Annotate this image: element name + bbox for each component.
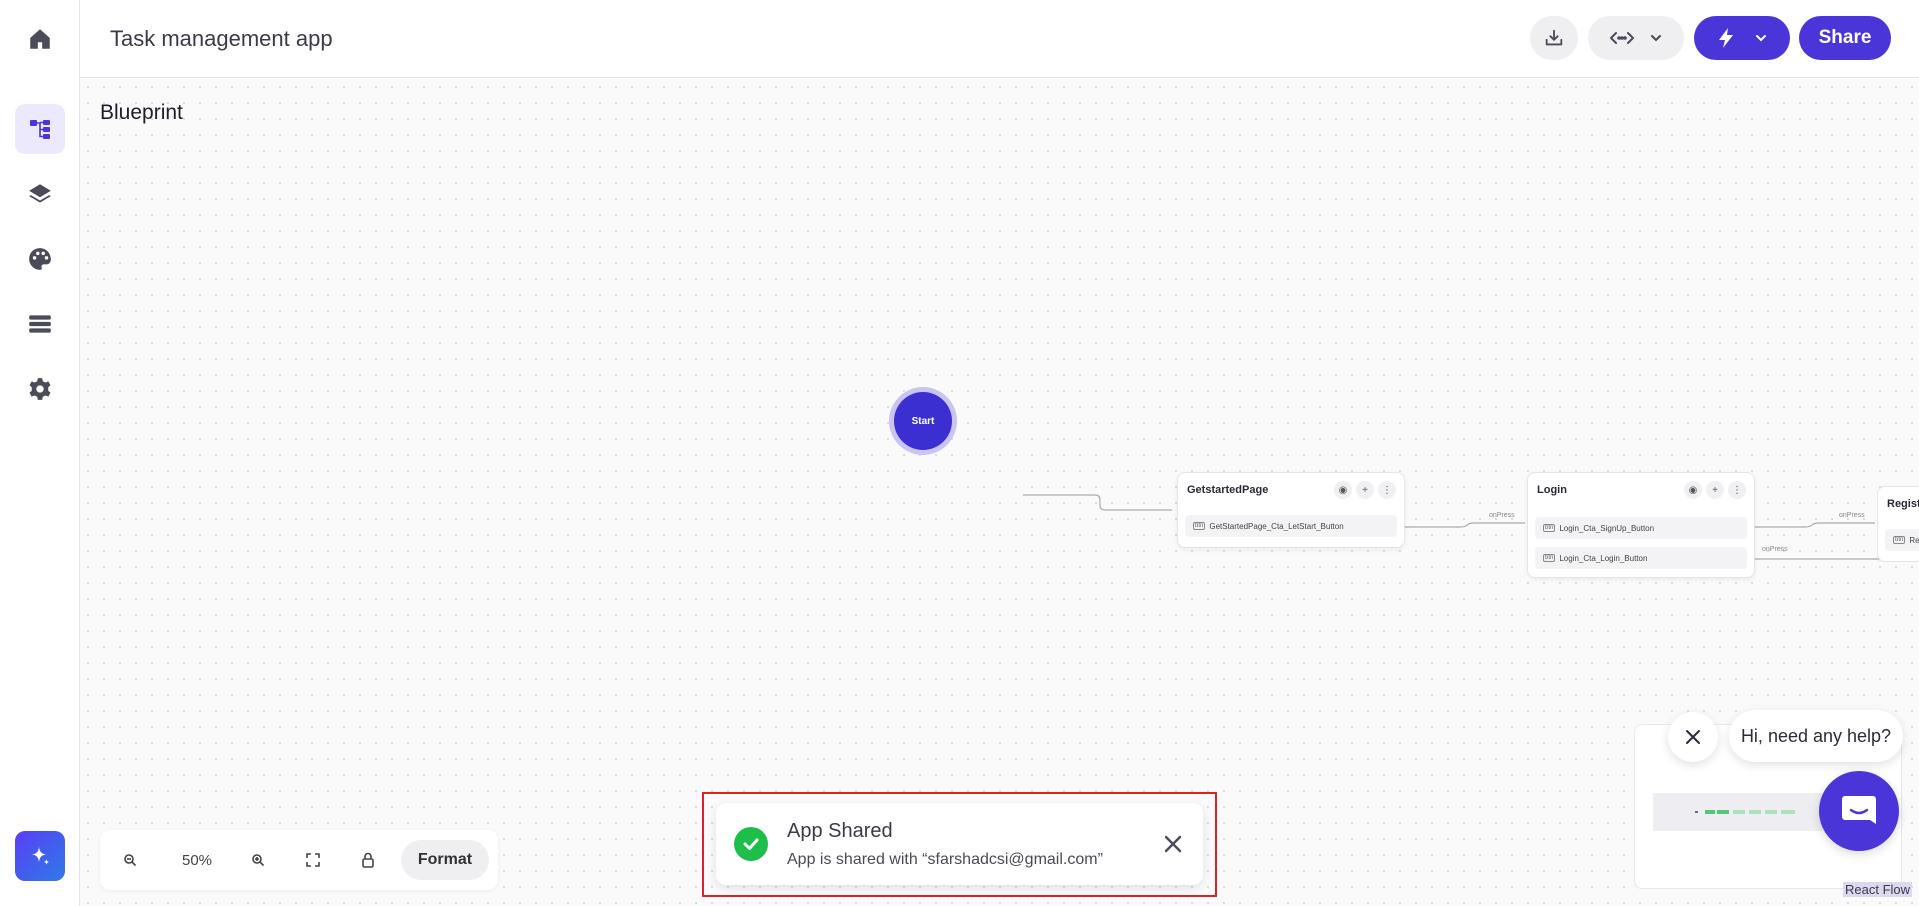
chat-launcher-button[interactable]	[1819, 771, 1899, 851]
node-title: Registe	[1887, 498, 1919, 510]
node-row[interactable]: btn Login_Cta_SignUp_Button	[1535, 517, 1747, 539]
more-icon[interactable]: ⋮	[1378, 481, 1396, 499]
help-bubble[interactable]: Hi, need any help?	[1729, 710, 1903, 762]
toast-title: App Shared	[787, 820, 893, 842]
node-row[interactable]: btn GetStartedPage_Cta_LetStart_Button	[1185, 515, 1397, 537]
zoom-out-button[interactable]	[110, 840, 150, 880]
node-row-label: Login_Cta_SignUp_Button	[1559, 523, 1655, 533]
zoom-in-icon	[252, 854, 265, 867]
help-dismiss-button[interactable]	[1668, 712, 1718, 762]
flow-edges	[1023, 494, 1919, 562]
eye-icon[interactable]: ◉	[1684, 481, 1702, 499]
flow-node-clip: Registe btn Regi	[1877, 486, 1919, 562]
node-row-label: Regi	[1909, 535, 1919, 545]
toast-close-button[interactable]	[1161, 832, 1185, 856]
start-node-label: Start	[911, 415, 935, 427]
lock-icon	[362, 852, 374, 868]
plus-icon[interactable]: +	[1356, 481, 1374, 499]
flow-node-login[interactable]: Login ◉ + ⋮ btn Login_Cta_SignUp_Button …	[1527, 472, 1755, 578]
node-actions: ◉ + ⋮	[1334, 481, 1396, 499]
node-title: GetstartedPage	[1187, 484, 1269, 496]
fit-view-button[interactable]	[293, 840, 333, 880]
edge-label: onPress	[1762, 546, 1788, 553]
plus-icon[interactable]: +	[1706, 481, 1724, 499]
zoom-in-button[interactable]	[238, 840, 278, 880]
button-tag-icon: btn	[1893, 536, 1906, 544]
chat-icon	[1842, 796, 1876, 824]
fit-view-icon	[306, 853, 320, 867]
edge-label: onPress	[1489, 512, 1515, 519]
lock-button[interactable]	[348, 840, 388, 880]
node-title: Login	[1537, 484, 1567, 496]
canvas-toolbar: 50% Format	[100, 830, 498, 890]
button-tag-icon: btn	[1543, 554, 1556, 562]
node-row-label: Login_Cta_Login_Button	[1559, 553, 1648, 563]
node-row-label: GetStartedPage_Cta_LetStart_Button	[1209, 521, 1344, 531]
react-flow-attribution[interactable]: React Flow	[1843, 882, 1913, 897]
flow-node-getstartedpage[interactable]: GetstartedPage ◉ + ⋮ btn GetStartedPage_…	[1177, 472, 1405, 548]
button-tag-icon: btn	[1543, 524, 1556, 532]
close-icon	[1686, 730, 1700, 744]
zoom-level: 50%	[181, 851, 213, 869]
minimap-nodes	[1695, 810, 1795, 814]
button-tag-icon: btn	[1193, 522, 1206, 530]
check-icon	[734, 827, 768, 861]
edge-label: onPress	[1839, 512, 1865, 519]
zoom-out-icon	[124, 854, 137, 867]
node-row[interactable]: btn Regi	[1885, 529, 1919, 551]
app-shared-toast: App Shared App is shared with “sfarshadc…	[716, 803, 1203, 885]
toast-message: App is shared with “sfarshadcsi@gmail.co…	[787, 851, 1103, 868]
eye-icon[interactable]: ◉	[1334, 481, 1352, 499]
node-row[interactable]: btn Login_Cta_Login_Button	[1535, 547, 1747, 569]
flow-node-register[interactable]: Registe btn Regi	[1877, 486, 1919, 562]
start-node[interactable]: Start	[894, 392, 952, 450]
close-icon	[1164, 835, 1182, 853]
more-icon[interactable]: ⋮	[1728, 481, 1746, 499]
node-actions: ◉ + ⋮	[1684, 481, 1746, 499]
format-button[interactable]: Format	[401, 840, 489, 880]
